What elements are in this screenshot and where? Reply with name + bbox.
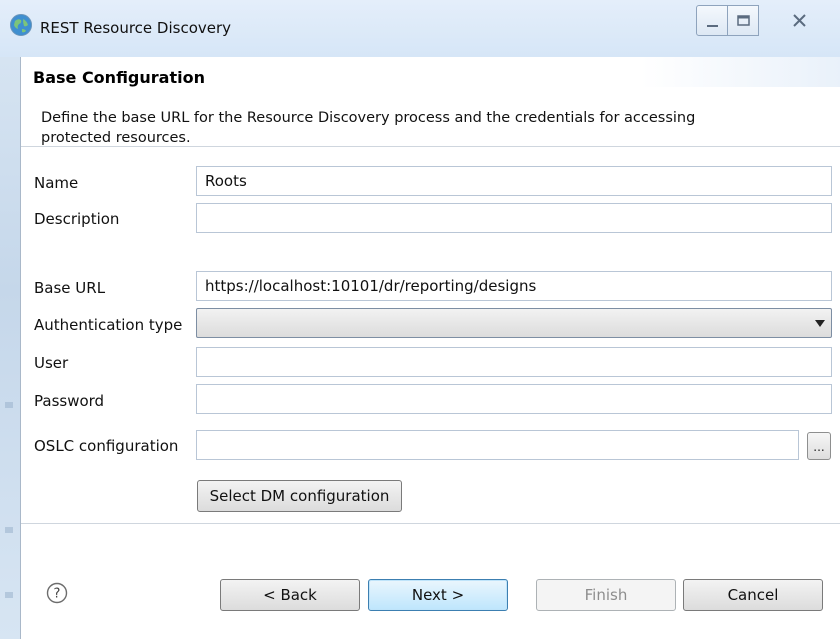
minimize-icon <box>707 25 718 27</box>
description-label: Description <box>34 210 120 228</box>
help-question-icon[interactable]: ? <box>46 582 68 604</box>
dialog-client-area: Base Configuration Define the base URL f… <box>20 57 840 640</box>
oslc-configuration-label: OSLC configuration <box>34 437 179 455</box>
window-left-border <box>0 57 20 639</box>
name-label: Name <box>34 174 79 192</box>
finish-button[interactable]: Finish <box>536 579 676 611</box>
cancel-button[interactable]: Cancel <box>683 579 823 611</box>
name-field[interactable]: Roots <box>196 166 832 196</box>
cancel-button-label: Cancel <box>727 586 779 604</box>
authentication-type-label: Authentication type <box>34 316 183 334</box>
description-field[interactable] <box>196 203 832 233</box>
page-description: Define the base URL for the Resource Dis… <box>41 110 696 146</box>
select-dm-configuration-button[interactable]: Select DM configuration <box>197 480 402 512</box>
browse-button[interactable]: ... <box>807 432 831 460</box>
border-mark <box>5 402 13 408</box>
border-mark <box>5 527 13 533</box>
base-url-field[interactable]: https://localhost:10101/dr/reporting/des… <box>196 271 832 301</box>
globe-icon <box>10 14 32 36</box>
oslc-configuration-field[interactable] <box>196 430 799 460</box>
wizard-footer: ? < Back Next > Finish Cancel <box>21 523 840 640</box>
page-title: Base Configuration <box>33 68 205 87</box>
title-bar[interactable]: REST Resource Discovery <box>0 0 840 57</box>
maximize-icon <box>737 15 750 26</box>
base-url-label: Base URL <box>34 279 106 297</box>
finish-button-label: Finish <box>584 586 628 604</box>
password-field[interactable] <box>196 384 832 414</box>
svg-text:?: ? <box>54 587 61 602</box>
user-label: User <box>34 354 69 372</box>
dialog-window: REST Resource Discovery Base Configurati… <box>0 0 840 640</box>
back-button[interactable]: < Back <box>220 579 360 611</box>
minimize-button[interactable] <box>696 5 728 36</box>
next-button[interactable]: Next > <box>368 579 508 611</box>
authentication-type-select[interactable] <box>196 308 832 338</box>
back-button-label: < Back <box>263 586 317 604</box>
border-mark <box>5 592 13 598</box>
chevron-down-icon <box>815 320 825 327</box>
wizard-header: Base Configuration Define the base URL f… <box>21 57 840 147</box>
form-area: Name Roots Description Base URL https://… <box>21 147 840 581</box>
password-label: Password <box>34 392 105 410</box>
close-button[interactable] <box>768 5 830 36</box>
window-title: REST Resource Discovery <box>40 19 232 37</box>
user-field[interactable] <box>196 347 832 377</box>
maximize-button[interactable] <box>727 5 759 36</box>
header-gradient <box>641 57 840 87</box>
next-button-label: Next > <box>411 586 465 604</box>
close-icon <box>793 14 806 27</box>
